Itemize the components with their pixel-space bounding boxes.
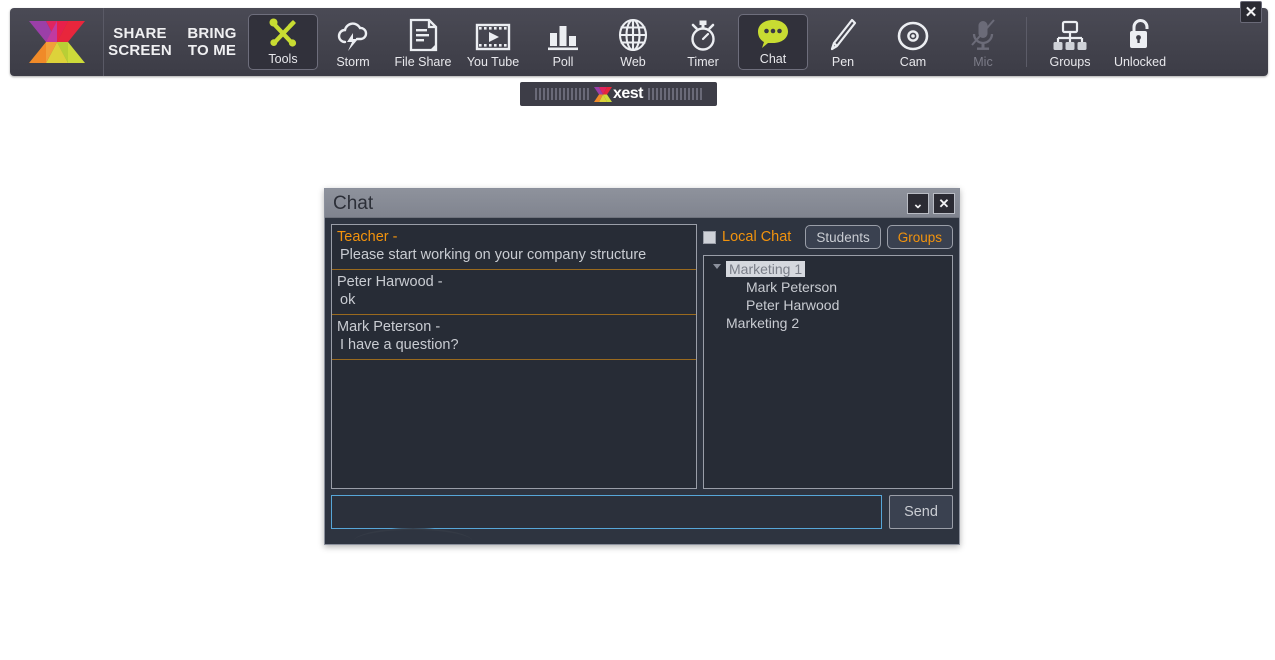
chat-minimize-button[interactable]: ⌄ (907, 192, 929, 214)
tree-node-group[interactable]: Marketing 1 (704, 260, 952, 278)
pen-label: Pen (831, 55, 855, 69)
stopwatch-icon (687, 14, 719, 52)
toolbar-close-button[interactable]: ✕ (1240, 1, 1262, 23)
local-chat-label: Local Chat (722, 229, 792, 245)
chat-side-toolbar: Local Chat Students Groups (703, 224, 953, 250)
chat-message-input[interactable] (331, 495, 882, 529)
send-button[interactable]: Send (889, 495, 953, 529)
chat-message: Peter Harwood - ok (332, 270, 696, 315)
toolbar-mic-button[interactable]: Mic (948, 8, 1018, 76)
chat-body: Teacher - Please start working on your c… (325, 218, 959, 495)
xest-brand-text: xest (612, 85, 644, 102)
tree-node-student[interactable]: Mark Peterson (704, 278, 952, 296)
open-padlock-icon (1125, 14, 1155, 52)
chat-window: Chat ⌄ ✕ Teacher - Please start working … (324, 188, 960, 545)
share-screen-line1: SHARE (113, 24, 167, 42)
toolbar-web-button[interactable]: Web (598, 8, 668, 76)
file-share-icon (408, 14, 438, 52)
tools-icon (266, 17, 300, 49)
toolbar-timer-button[interactable]: Timer (668, 8, 738, 76)
tree-expander-icon[interactable] (713, 264, 721, 269)
storm-label: Storm (336, 55, 370, 69)
camera-lens-icon (896, 14, 930, 52)
tools-label: Tools (268, 52, 298, 66)
grip-bars-left (534, 88, 589, 100)
toolbar-pen-button[interactable]: Pen (808, 8, 878, 76)
chat-message: Mark Peterson - I have a question? (332, 315, 696, 360)
toolbar-chat-button[interactable]: Chat (738, 14, 808, 70)
tree-node-student[interactable]: Peter Harwood (704, 296, 952, 314)
tree-node-label: Mark Peterson (746, 279, 838, 295)
toolbar-cam-button[interactable]: Cam (878, 8, 948, 76)
groups-label: Groups (1049, 55, 1091, 69)
chat-close-button[interactable]: ✕ (933, 192, 955, 214)
tree-node-label: Peter Harwood (746, 297, 840, 313)
tree-node-label: Marketing 2 (726, 315, 800, 331)
toolbar-divider (1026, 17, 1027, 67)
xest-brand: xest (593, 85, 644, 103)
xest-x-logo-icon (10, 8, 104, 76)
chat-side-pane: Local Chat Students Groups Marketing 1 M… (703, 224, 953, 489)
toolbar-unlocked-button[interactable]: Unlocked (1105, 8, 1175, 76)
youtube-video-icon (475, 14, 511, 52)
mic-label: Mic (973, 55, 993, 69)
poll-bars-icon (547, 14, 579, 52)
chat-message: Teacher - Please start working on your c… (332, 225, 696, 270)
poll-label: Poll (552, 55, 574, 69)
toolbar-storm-button[interactable]: Storm (318, 8, 388, 76)
file-share-label: File Share (394, 55, 452, 69)
bring-to-me-line2: TO ME (187, 41, 237, 59)
toolbar-bring-to-me-button[interactable]: BRING TO ME (176, 8, 248, 76)
chat-message-author: Mark Peterson - (337, 319, 441, 335)
chat-message-author: Teacher - (337, 229, 398, 245)
chat-message-author: Peter Harwood - (337, 274, 443, 290)
tree-node-group[interactable]: Marketing 2 (704, 314, 952, 332)
toolbar-tools-button[interactable]: Tools (248, 14, 318, 70)
toolbar-items: SHARE SCREEN BRING TO ME Tools Storm Fil… (104, 8, 1268, 76)
cam-label: Cam (899, 55, 927, 69)
bring-to-me-line1: BRING (187, 24, 237, 42)
chat-title-bar[interactable]: Chat ⌄ ✕ (325, 189, 959, 218)
toolbar-drag-handle[interactable]: xest (520, 82, 717, 106)
globe-icon (616, 14, 650, 52)
toolbar-share-screen-button[interactable]: SHARE SCREEN (104, 8, 176, 76)
main-toolbar: SHARE SCREEN BRING TO ME Tools Storm Fil… (10, 1, 1268, 76)
chat-label: Chat (759, 52, 787, 66)
chat-message-text: Please start working on your company str… (340, 247, 647, 263)
pen-icon (828, 14, 858, 52)
chat-message-text: ok (340, 292, 356, 308)
toolbar-file-share-button[interactable]: File Share (388, 8, 458, 76)
toolbar-youtube-button[interactable]: You Tube (458, 8, 528, 76)
groups-tab-button[interactable]: Groups (886, 225, 953, 249)
chat-bubble-icon (756, 17, 790, 49)
timer-label: Timer (687, 55, 719, 69)
web-label: Web (620, 55, 646, 69)
unlocked-label: Unlocked (1113, 55, 1167, 69)
youtube-label: You Tube (466, 55, 520, 69)
toolbar-groups-button[interactable]: Groups (1035, 8, 1105, 76)
grip-bars-right (648, 88, 703, 100)
students-tab-button[interactable]: Students (805, 225, 881, 249)
screen: SHARE SCREEN BRING TO ME Tools Storm Fil… (0, 0, 1275, 660)
chat-window-title: Chat (333, 192, 374, 214)
groups-tree[interactable]: Marketing 1 Mark Peterson Peter Harwood … (703, 255, 953, 489)
storm-cloud-icon (335, 14, 371, 52)
groups-org-icon (1052, 14, 1088, 52)
local-chat-checkbox[interactable] (703, 230, 716, 244)
tree-node-label: Marketing 1 (726, 261, 806, 277)
toolbar-poll-button[interactable]: Poll (528, 8, 598, 76)
chat-message-list[interactable]: Teacher - Please start working on your c… (331, 224, 697, 489)
chat-message-text: I have a question? (340, 337, 459, 353)
share-screen-line2: SCREEN (108, 41, 172, 59)
microphone-muted-icon (968, 14, 998, 52)
